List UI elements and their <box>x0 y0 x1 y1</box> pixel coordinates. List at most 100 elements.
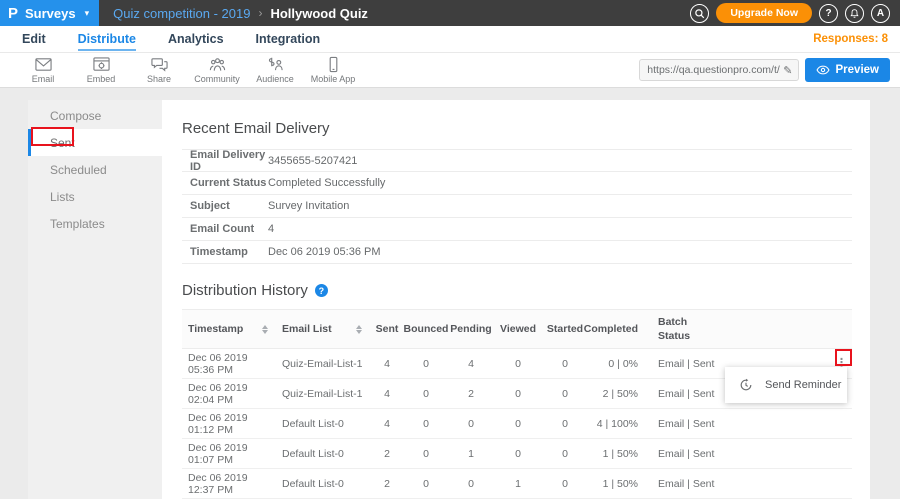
history-header-row: Timestamp Email List Sent Bounced Pendin… <box>182 309 852 349</box>
channel-label: Audience <box>256 74 294 84</box>
surveys-menu-label: Surveys <box>25 6 76 21</box>
cell-pending: 0 <box>468 478 474 490</box>
survey-tabs: Edit Distribute Analytics Integration Re… <box>0 26 900 52</box>
cell-started: 0 <box>562 358 568 370</box>
tab-integration[interactable]: Integration <box>256 27 321 51</box>
cell-viewed: 0 <box>515 418 521 430</box>
detail-value: Survey Invitation <box>268 200 349 212</box>
cell-started: 0 <box>562 448 568 460</box>
share-icon <box>150 56 169 73</box>
send-reminder-menu-item[interactable]: Send Reminder <box>725 378 847 392</box>
questionpro-logo: P <box>8 6 18 21</box>
preview-button[interactable]: Preview <box>805 58 890 82</box>
channel-embed[interactable]: Embed <box>72 56 130 84</box>
account-avatar[interactable]: A <box>871 4 890 23</box>
distribution-history-table: Timestamp Email List Sent Bounced Pendin… <box>182 309 852 499</box>
send-reminder-label: Send Reminder <box>765 379 841 391</box>
recent-delivery-title: Recent Email Delivery <box>182 120 852 137</box>
questionpro-app: P Surveys ▾ Quiz competition - 2019 › Ho… <box>0 0 900 499</box>
sidebar-item-compose[interactable]: Compose <box>28 102 162 129</box>
cell-batch-status: Email | Sent <box>646 388 734 400</box>
cell-started: 0 <box>562 418 568 430</box>
cell-timestamp: Dec 06 2019 01:07 PM <box>182 442 276 466</box>
tab-distribute[interactable]: Distribute <box>78 27 136 51</box>
detail-row: Current Status Completed Successfully <box>182 172 852 195</box>
cell-viewed: 0 <box>515 448 521 460</box>
top-header: P Surveys ▾ Quiz competition - 2019 › Ho… <box>0 0 900 26</box>
cell-pending: 1 <box>468 448 474 460</box>
mobile-app-icon <box>324 56 343 73</box>
detail-row: Email Delivery ID 3455655-5207421 <box>182 149 852 172</box>
detail-label: Subject <box>190 200 268 212</box>
table-row: Dec 06 2019 12:37 PM Default List-0 2 0 … <box>182 469 852 499</box>
tab-edit[interactable]: Edit <box>22 27 46 51</box>
cell-completed: 1 | 50% <box>597 448 646 460</box>
sort-icon[interactable] <box>262 325 268 334</box>
detail-row: Timestamp Dec 06 2019 05:36 PM <box>182 241 852 264</box>
cell-email-list: Default List-0 <box>276 418 370 430</box>
col-header-timestamp[interactable]: Timestamp <box>182 323 276 335</box>
cell-timestamp: Dec 06 2019 01:12 PM <box>182 412 276 436</box>
tab-analytics[interactable]: Analytics <box>168 27 224 51</box>
cell-started: 0 <box>562 478 568 490</box>
community-icon <box>208 56 227 73</box>
sidebar-item-scheduled[interactable]: Scheduled <box>28 156 162 183</box>
edit-url-icon[interactable]: ✎ <box>783 64 792 77</box>
audience-icon <box>266 56 285 73</box>
sidebar-item-sent[interactable]: Sent <box>28 129 162 156</box>
cell-viewed: 1 <box>515 478 521 490</box>
channel-audience[interactable]: Audience <box>246 56 304 84</box>
cell-completed: 0 | 0% <box>602 358 646 370</box>
cell-started: 0 <box>562 388 568 400</box>
survey-url-input[interactable] <box>639 59 799 81</box>
cell-batch-status: Email | Sent <box>646 358 734 370</box>
channel-label: Mobile App <box>311 74 356 84</box>
eye-icon <box>816 65 830 75</box>
history-help-icon[interactable]: ? <box>315 284 328 297</box>
channel-label: Email <box>32 74 55 84</box>
cell-batch-status: Email | Sent <box>646 418 734 430</box>
channel-share[interactable]: Share <box>130 56 188 84</box>
survey-url-group: ✎ <box>639 59 792 81</box>
surveys-menu[interactable]: P Surveys ▾ <box>0 0 99 26</box>
channel-mobile-app[interactable]: Mobile App <box>304 56 362 84</box>
col-header-viewed: Viewed <box>500 323 536 335</box>
cell-pending: 2 <box>468 388 474 400</box>
cell-email-list: Quiz-Email-List-1 <box>276 358 370 370</box>
cell-sent: 4 <box>384 358 390 370</box>
upgrade-now-button[interactable]: Upgrade Now <box>716 3 812 23</box>
cell-sent: 2 <box>384 448 390 460</box>
cell-completed: 2 | 50% <box>597 388 646 400</box>
cell-bounced: 0 <box>423 388 429 400</box>
detail-value: 4 <box>268 223 274 235</box>
notifications-button[interactable] <box>845 4 864 23</box>
sidebar-item-templates[interactable]: Templates <box>28 210 162 237</box>
recent-delivery-details: Email Delivery ID 3455655-5207421 Curren… <box>182 149 852 264</box>
channel-label: Embed <box>87 74 116 84</box>
help-button[interactable]: ? <box>819 4 838 23</box>
channel-email[interactable]: Email <box>14 56 72 84</box>
sort-icon[interactable] <box>356 325 362 334</box>
responses-count-link[interactable]: Responses: 8 <box>813 33 888 45</box>
cell-timestamp: Dec 06 2019 02:04 PM <box>182 382 276 406</box>
reminder-clock-icon <box>739 378 753 392</box>
cell-batch-status: Email | Sent <box>646 478 734 490</box>
search-button[interactable] <box>690 4 709 23</box>
col-header-sent: Sent <box>376 323 399 335</box>
search-icon <box>694 8 705 19</box>
detail-value: 3455655-5207421 <box>268 155 357 167</box>
col-header-email-list[interactable]: Email List <box>276 323 370 335</box>
col-header-bounced: Bounced <box>404 323 449 335</box>
detail-value: Dec 06 2019 05:36 PM <box>268 246 381 258</box>
breadcrumb: Quiz competition - 2019 › Hollywood Quiz <box>99 0 368 26</box>
detail-row: Email Count 4 <box>182 218 852 241</box>
sidebar-item-lists[interactable]: Lists <box>28 183 162 210</box>
channel-community[interactable]: Community <box>188 56 246 84</box>
col-header-pending: Pending <box>450 323 491 335</box>
channel-label: Share <box>147 74 171 84</box>
email-icon <box>34 56 53 73</box>
sent-content: Recent Email Delivery Email Delivery ID … <box>162 100 870 499</box>
cell-email-list: Default List-0 <box>276 448 370 460</box>
breadcrumb-parent-link[interactable]: Quiz competition - 2019 <box>113 6 250 21</box>
cell-bounced: 0 <box>423 448 429 460</box>
